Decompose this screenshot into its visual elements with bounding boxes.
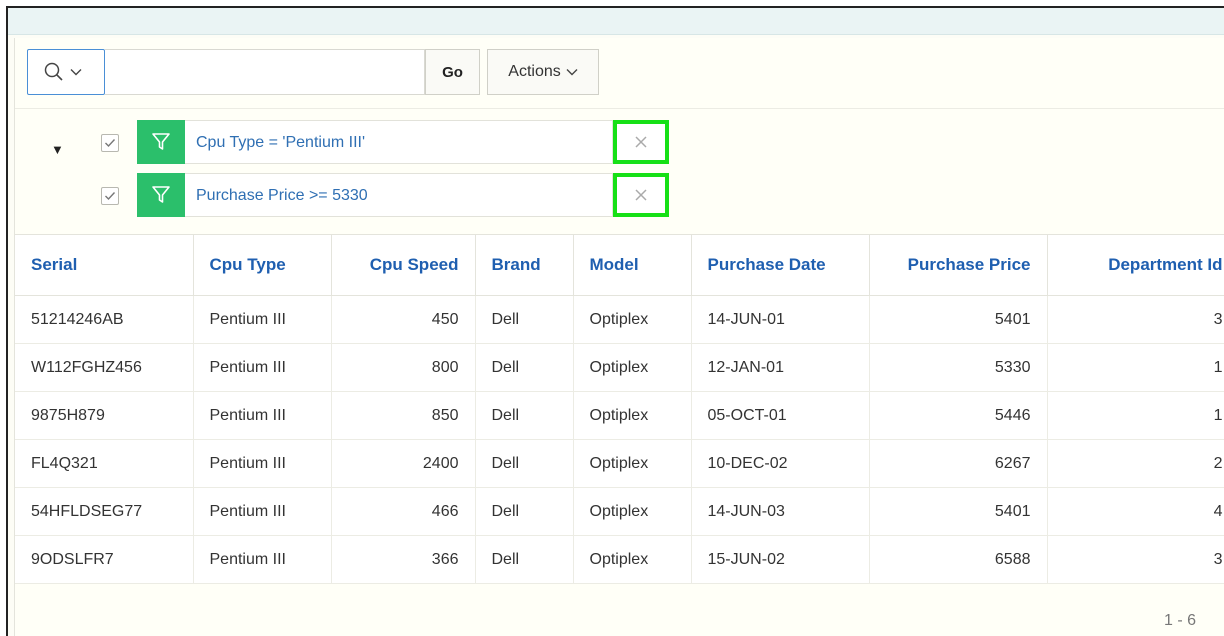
cell-brand: Dell: [475, 487, 574, 536]
search-input[interactable]: [105, 49, 425, 95]
filter-label[interactable]: Purchase Price >= 5330: [185, 173, 613, 217]
column-header-cpu-type[interactable]: Cpu Type: [193, 234, 332, 296]
cell-department-id: 1: [1047, 391, 1224, 440]
cell-brand: Dell: [475, 343, 574, 392]
filter-enable-checkbox[interactable]: [101, 187, 119, 205]
filter-label[interactable]: Cpu Type = 'Pentium III': [185, 120, 613, 164]
cell-serial: 54HFLDSEG77: [15, 487, 194, 536]
cell-purchase-date: 12-JAN-01: [691, 343, 870, 392]
cell-purchase-price: 5401: [869, 295, 1048, 344]
remove-filter-button[interactable]: [613, 120, 669, 164]
close-icon: [635, 136, 647, 148]
cell-purchase-date: 14-JUN-03: [691, 487, 870, 536]
cell-model: Optiplex: [573, 343, 692, 392]
cell-department-id: 2: [1047, 439, 1224, 488]
go-button[interactable]: Go: [425, 49, 480, 95]
table-row: 51214246AB Pentium III 450 Dell Optiplex…: [15, 295, 1224, 344]
cell-purchase-date: 14-JUN-01: [691, 295, 870, 344]
column-header-brand[interactable]: Brand: [475, 234, 574, 296]
cell-brand: Dell: [475, 535, 574, 584]
cell-brand: Dell: [475, 295, 574, 344]
cell-cpu-speed: 466: [331, 487, 476, 536]
cell-cpu-speed: 850: [331, 391, 476, 440]
cell-serial: FL4Q321: [15, 439, 194, 488]
pagination-range: 1 - 6: [1163, 612, 1196, 629]
cell-serial: 9ODSLFR7: [15, 535, 194, 584]
search-icon: [44, 62, 63, 81]
cell-purchase-price: 5401: [869, 487, 1048, 536]
cell-cpu-speed: 450: [331, 295, 476, 344]
cell-department-id: 4: [1047, 487, 1224, 536]
chevron-down-icon: [566, 69, 578, 76]
table-row: W112FGHZ456 Pentium III 800 Dell Optiple…: [15, 343, 1224, 392]
cell-model: Optiplex: [573, 487, 692, 536]
column-header-department-id[interactable]: Department Id: [1047, 234, 1224, 296]
cell-purchase-price: 6267: [869, 439, 1048, 488]
chevron-down-icon: [70, 69, 82, 76]
cell-cpu-type: Pentium III: [193, 487, 332, 536]
cell-department-id: 3: [1047, 295, 1224, 344]
cell-serial: W112FGHZ456: [15, 343, 194, 392]
cell-cpu-type: Pentium III: [193, 439, 332, 488]
cell-purchase-price: 6588: [869, 535, 1048, 584]
cell-serial: 9875H879: [15, 391, 194, 440]
column-header-purchase-price[interactable]: Purchase Price: [869, 234, 1048, 296]
cell-brand: Dell: [475, 391, 574, 440]
cell-cpu-speed: 800: [331, 343, 476, 392]
cell-cpu-speed: 2400: [331, 439, 476, 488]
cell-cpu-type: Pentium III: [193, 295, 332, 344]
table-row: 9ODSLFR7 Pentium III 366 Dell Optiplex 1…: [15, 535, 1224, 584]
cell-cpu-type: Pentium III: [193, 391, 332, 440]
column-header-serial[interactable]: Serial: [15, 234, 194, 296]
table-row: 9875H879 Pentium III 850 Dell Optiplex 0…: [15, 391, 1224, 440]
cell-cpu-type: Pentium III: [193, 535, 332, 584]
toolbar-divider: [15, 108, 1224, 109]
table-header-row: Serial Cpu Type Cpu Speed Brand Model Pu…: [15, 234, 1224, 296]
filter-icon: [137, 173, 185, 217]
region-header: [8, 8, 1224, 35]
cell-model: Optiplex: [573, 535, 692, 584]
check-icon: [105, 192, 116, 201]
report-panel: Go Actions ▼ Cpu Type = 'Pentium III' Pu…: [14, 38, 1224, 636]
cell-purchase-price: 5446: [869, 391, 1048, 440]
cell-purchase-date: 15-JUN-02: [691, 535, 870, 584]
cell-purchase-date: 10-DEC-02: [691, 439, 870, 488]
table-row: 54HFLDSEG77 Pentium III 466 Dell Optiple…: [15, 487, 1224, 536]
search-column-button[interactable]: [27, 49, 105, 95]
table-row: FL4Q321 Pentium III 2400 Dell Optiplex 1…: [15, 439, 1224, 488]
cell-department-id: 3: [1047, 535, 1224, 584]
close-icon: [635, 189, 647, 201]
actions-button[interactable]: Actions: [487, 49, 599, 95]
cell-model: Optiplex: [573, 295, 692, 344]
check-icon: [105, 139, 116, 148]
remove-filter-button[interactable]: [613, 173, 669, 217]
filter-icon: [137, 120, 185, 164]
cell-serial: 51214246AB: [15, 295, 194, 344]
cell-model: Optiplex: [573, 439, 692, 488]
actions-label: Actions: [508, 63, 561, 80]
report-table: Serial Cpu Type Cpu Speed Brand Model Pu…: [15, 234, 1224, 584]
cell-department-id: 1: [1047, 343, 1224, 392]
filter-enable-checkbox[interactable]: [101, 134, 119, 152]
cell-purchase-date: 05-OCT-01: [691, 391, 870, 440]
cell-cpu-speed: 366: [331, 535, 476, 584]
cell-brand: Dell: [475, 439, 574, 488]
cell-cpu-type: Pentium III: [193, 343, 332, 392]
column-header-model[interactable]: Model: [573, 234, 692, 296]
cell-model: Optiplex: [573, 391, 692, 440]
report-region: Go Actions ▼ Cpu Type = 'Pentium III' Pu…: [6, 6, 1224, 636]
column-header-purchase-date[interactable]: Purchase Date: [691, 234, 870, 296]
collapse-filters-toggle[interactable]: ▼: [51, 142, 64, 157]
cell-purchase-price: 5330: [869, 343, 1048, 392]
column-header-cpu-speed[interactable]: Cpu Speed: [331, 234, 476, 296]
